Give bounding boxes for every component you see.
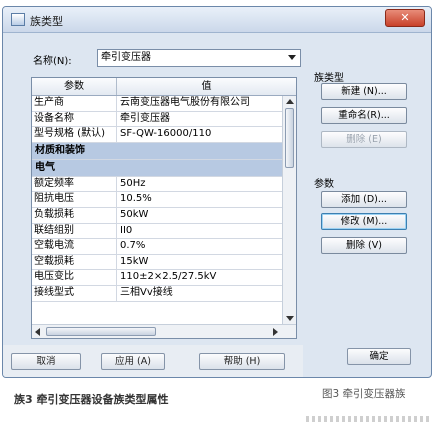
param-name: 生产商 [32,96,117,111]
table-row[interactable]: 负载损耗 50kW [32,207,282,224]
window-title: 族类型 [30,15,63,28]
param-value[interactable]: 三相Vv接线 [117,286,282,301]
param-value[interactable]: 50Hz [117,177,282,192]
modify-parameter-button[interactable]: 修改 (M)... [321,213,407,230]
scroll-thumb[interactable] [285,108,294,168]
apply-button[interactable]: 应用 (A) [101,353,165,370]
table-group-row[interactable]: 材质和装饰 [32,142,282,160]
scroll-up-icon[interactable] [286,99,294,104]
rename-type-button[interactable]: 重命名(R)... [321,107,407,124]
table-row[interactable]: 空载损耗 15kW [32,254,282,271]
parameters-label: 参数 [314,179,334,190]
param-name: 额定频率 [32,176,117,192]
table-row[interactable]: 额定频率 50Hz [32,176,282,193]
cancel-button[interactable]: 取消 [11,353,81,370]
table-row[interactable]: 接线型式 三相Vv接线 [32,285,282,302]
param-value[interactable]: 15kW [117,255,282,270]
param-name: 接线型式 [32,285,117,301]
figure-caption-left: 族3 牵引变压器设备族类型属性 [14,393,169,406]
delete-type-button[interactable]: 删除 (E) [321,131,407,148]
param-name: 空载电流 [32,239,117,254]
family-types-dialog: 族类型 ✕ 名称(N): 牵引变压器 参数 值 生产商 云南变压器电气股份有限公司… [2,6,432,378]
param-name: 型号规格 (默认) [32,127,117,142]
parameter-table: 参数 值 生产商 云南变压器电气股份有限公司 设备名称 牵引变压器 型号规格 (默认) S… [31,77,297,339]
param-value[interactable]: 0.7% [117,239,282,254]
family-types-label: 族类型 [314,73,344,84]
hscroll-thumb[interactable] [46,327,156,336]
add-parameter-button[interactable]: 添加 (D)... [321,191,407,208]
param-value[interactable]: SF-QW-16000/110 [117,127,282,142]
title-bar: 族类型 ✕ [3,7,431,33]
param-name: 负载损耗 [32,207,117,223]
new-type-button[interactable]: 新建 (N)... [321,83,407,100]
name-label: 名称(N): [33,56,72,67]
param-value[interactable]: 10.5% [117,192,282,207]
param-name: 空载损耗 [32,254,117,270]
ok-button[interactable]: 确定 [347,348,411,365]
table-header: 参数 值 [32,78,296,96]
table-row[interactable]: 生产商 云南变压器电气股份有限公司 [32,96,282,112]
table-row[interactable]: 联结组别 II0 [32,223,282,240]
param-name: 设备名称 [32,111,117,127]
figure-caption-right: 图3 牵引变压器族 [322,388,406,400]
scroll-left-icon[interactable] [35,328,40,336]
header-value: 值 [201,81,212,92]
table-row[interactable]: 空载电流 0.7% [32,239,282,255]
name-dropdown[interactable]: 牵引变压器 [97,49,301,67]
table-row[interactable]: 阻抗电压 10.5% [32,192,282,208]
param-value[interactable]: 牵引变压器 [117,112,282,127]
param-name: 联结组别 [32,223,117,239]
param-value[interactable]: 云南变压器电气股份有限公司 [117,96,282,111]
vertical-scrollbar[interactable] [282,96,296,324]
dotted-divider [306,416,432,422]
window-icon [11,13,25,26]
table-row[interactable]: 型号规格 (默认) SF-QW-16000/110 [32,127,282,143]
chevron-down-icon [288,55,296,60]
table-row[interactable]: 电压变比 110±2×2.5/27.5kV [32,270,282,286]
param-value[interactable]: 50kW [117,208,282,223]
param-value[interactable]: II0 [117,224,282,239]
table-group-row[interactable]: 电气 [32,159,282,177]
header-param: 参数 [32,78,117,95]
delete-parameter-button[interactable]: 删除 (V) [321,237,407,254]
horizontal-scrollbar[interactable] [32,324,296,338]
help-button[interactable]: 帮助 (H) [199,353,285,370]
param-name: 阻抗电压 [32,192,117,207]
param-name: 电压变比 [32,270,117,285]
name-dropdown-value: 牵引变压器 [101,52,151,63]
scroll-down-icon[interactable] [286,316,294,321]
scroll-right-icon[interactable] [273,328,278,336]
table-body: 生产商 云南变压器电气股份有限公司 设备名称 牵引变压器 型号规格 (默认) SF-QW-… [32,96,282,302]
close-button[interactable]: ✕ [385,9,425,27]
param-value[interactable]: 110±2×2.5/27.5kV [117,270,282,285]
table-row[interactable]: 设备名称 牵引变压器 [32,111,282,128]
